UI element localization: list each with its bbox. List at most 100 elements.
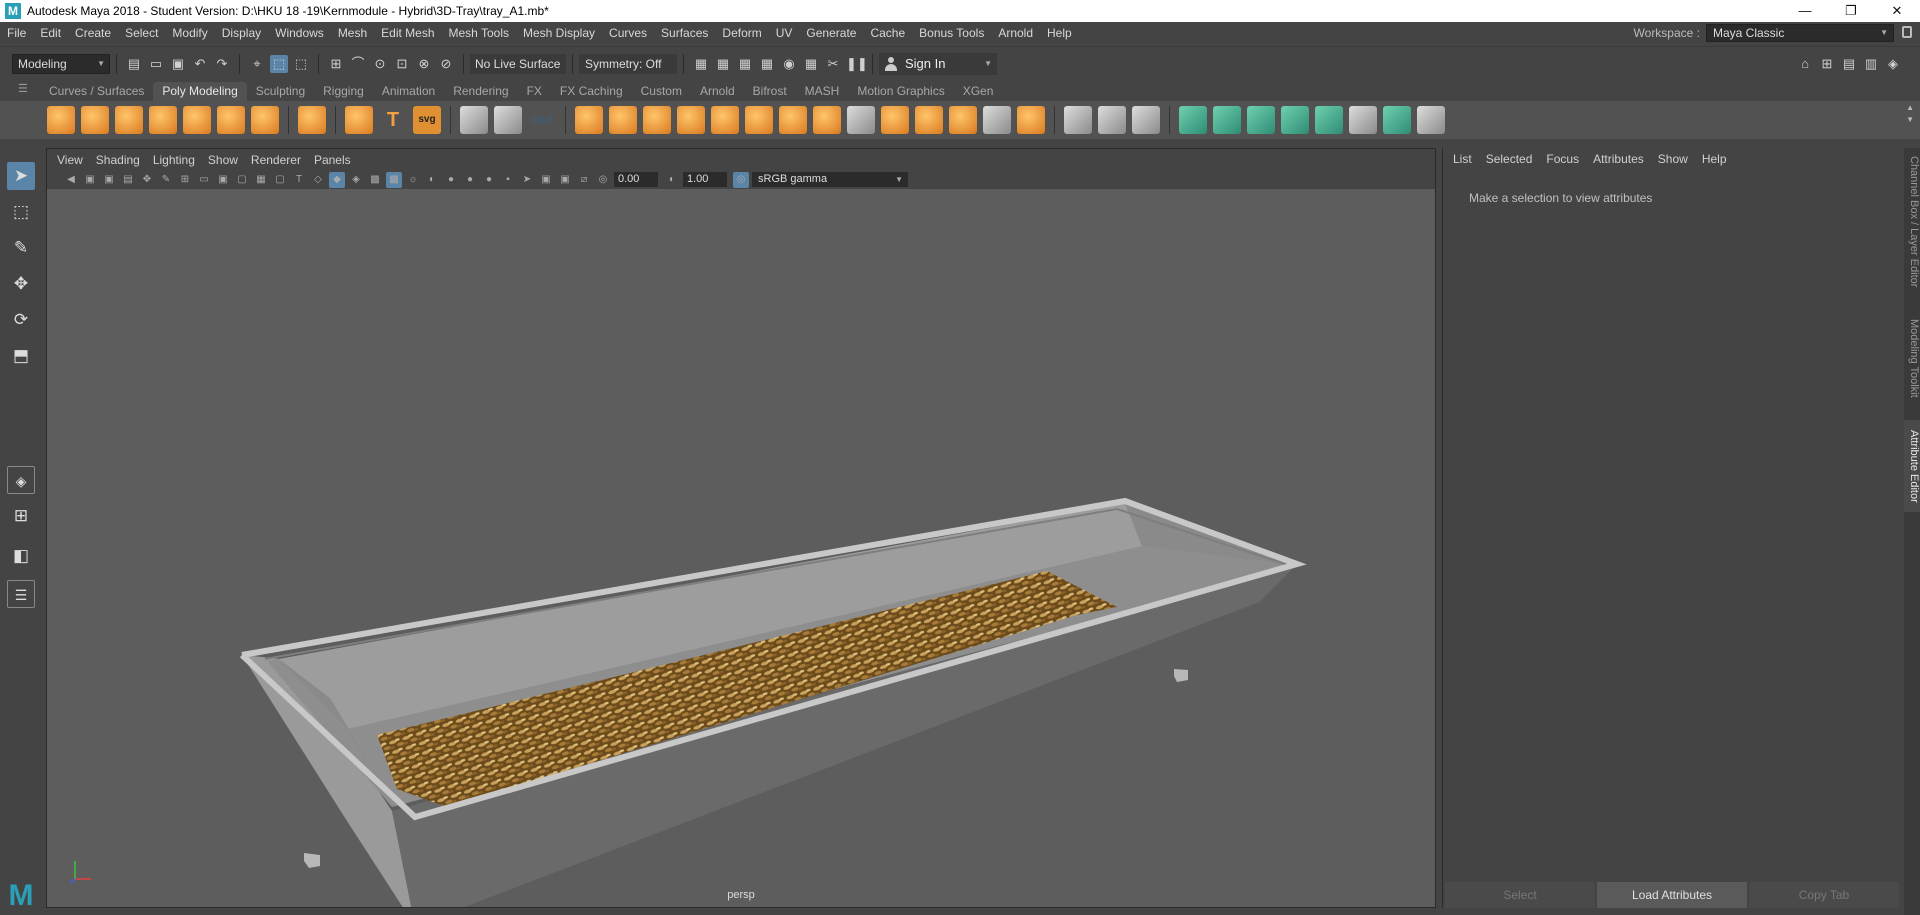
ae-menu-show[interactable]: Show [1658,152,1688,166]
four-view-layout-icon[interactable]: ⊞ [7,502,35,530]
shelf-tab-mash[interactable]: MASH [796,82,849,101]
menu-display[interactable]: Display [215,26,268,40]
rotate-tool-icon[interactable]: ⟳ [7,306,35,334]
connect-icon[interactable] [1383,106,1411,134]
pause-icon[interactable]: ❚❚ [846,55,868,73]
freeze-transform-icon[interactable] [494,106,522,134]
separate-icon[interactable] [609,106,637,134]
exposure-field[interactable]: 0.00 [614,172,658,187]
ae-menu-selected[interactable]: Selected [1486,152,1533,166]
fill-hole-icon[interactable] [813,106,841,134]
view-transform-dropdown[interactable]: sRGB gamma [752,172,908,187]
combine-icon[interactable] [575,106,603,134]
poly-disc-icon[interactable] [251,106,279,134]
gamma-icon[interactable]: ◐ [664,172,680,188]
gate-mask-icon[interactable]: ▢ [234,172,250,188]
arnold-ipr-icon[interactable]: ✂ [824,55,842,73]
outliner-icon[interactable]: ☰ [7,580,35,608]
poly-cylinder-icon[interactable] [115,106,143,134]
menu-create[interactable]: Create [68,26,118,40]
viewport-canvas[interactable]: persp [47,189,1435,907]
restore-button[interactable]: ❐ [1828,0,1874,22]
snap-point-icon[interactable]: ⊙ [371,55,389,73]
x-ray-icon[interactable]: ➤ [519,172,535,188]
shelf-tab-poly-modeling[interactable]: Poly Modeling [153,82,247,101]
shelf-tab-custom[interactable]: Custom [632,82,691,101]
menu-curves[interactable]: Curves [602,26,654,40]
menu-deform[interactable]: Deform [715,26,768,40]
redo-icon[interactable]: ↷ [213,55,231,73]
retopo-icon[interactable] [915,106,943,134]
bridge-icon[interactable] [779,106,807,134]
new-scene-icon[interactable]: ▤ [125,55,143,73]
paint-select-tool-icon[interactable]: ✎ [7,234,35,262]
menu-generate[interactable]: Generate [799,26,863,40]
poly-sphere-icon[interactable] [47,106,75,134]
use-all-lights-icon[interactable]: ▩ [386,171,402,188]
gamma-field[interactable]: 1.00 [683,172,727,187]
resolution-gate-icon[interactable]: ▣ [215,172,231,188]
menu-set-dropdown[interactable]: Modeling [12,53,110,74]
menu-mesh-tools[interactable]: Mesh Tools [442,26,516,40]
viewport-menu-shading[interactable]: Shading [96,153,140,167]
camera-attributes-icon[interactable]: ▣ [82,172,98,188]
x-ray-joints-icon[interactable]: ▣ [538,172,554,188]
field-chart-icon[interactable]: ▦ [253,172,269,188]
wireframe-icon[interactable]: ◇ [310,172,326,188]
backface-culling-icon[interactable]: ⧄ [576,172,592,188]
persp-outliner-layout-icon[interactable]: ◧ [7,542,35,570]
shadows-icon[interactable]: ☼ [405,172,421,188]
move-tool-icon[interactable]: ✥ [7,270,35,298]
bookmarks-icon[interactable]: ▣ [101,172,117,188]
depth-of-field-icon[interactable]: ● [481,172,497,188]
lock-icon[interactable] [1902,26,1912,38]
side-tab-modeling-toolkit[interactable]: Modeling Toolkit [1904,308,1920,408]
poly-cube-icon[interactable] [81,106,109,134]
shelf-tab-xgen[interactable]: XGen [954,82,1003,101]
menu-help[interactable]: Help [1040,26,1079,40]
exposure-icon[interactable]: ◎ [595,172,611,188]
svg-tool-icon[interactable]: svg [413,106,441,134]
shelf-menu-icon[interactable] [0,81,40,101]
lasso-tool-icon[interactable]: ⬚ [7,198,35,226]
snap-view-plane-icon[interactable]: ⊡ [393,55,411,73]
mirror-icon[interactable] [745,106,773,134]
attribute-editor-toggle-icon[interactable]: ⊞ [1818,55,1836,73]
shelf-tab-motion-graphics[interactable]: Motion Graphics [848,82,953,101]
reduce-icon[interactable] [847,106,875,134]
open-scene-icon[interactable]: ▭ [147,55,165,73]
render-frame-icon[interactable]: ▦ [714,55,732,73]
viewport-menu-view[interactable]: View [57,153,83,167]
shelf-tab-bifrost[interactable]: Bifrost [744,82,796,101]
isolate-select-icon[interactable]: ▪ [500,172,516,188]
ae-menu-help[interactable]: Help [1702,152,1727,166]
film-gate-icon[interactable]: ▭ [196,172,212,188]
poly-cone-icon[interactable] [149,106,177,134]
knife-icon[interactable] [1417,106,1445,134]
motion-blur-icon[interactable]: ● [443,172,459,188]
poke-icon[interactable] [1281,106,1309,134]
menu-cache[interactable]: Cache [863,26,912,40]
hypershade-icon[interactable]: ◉ [780,55,798,73]
snap-curve-icon[interactable]: ⌒ [349,55,367,73]
remesh-icon[interactable] [881,106,909,134]
shelf-tab-fx-caching[interactable]: FX Caching [551,82,632,101]
viewport-menu-panels[interactable]: Panels [314,153,351,167]
menu-bonus-tools[interactable]: Bonus Tools [912,26,991,40]
select-component-icon[interactable]: ⬚ [292,55,310,73]
snap-live-icon[interactable]: ⊗ [415,55,433,73]
grease-pencil-icon[interactable]: ✎ [158,172,174,188]
shelf-tab-rigging[interactable]: Rigging [314,82,373,101]
select-object-icon[interactable]: ⬚ [270,54,288,73]
poly-torus-icon[interactable] [183,106,211,134]
menu-edit[interactable]: Edit [33,26,68,40]
save-scene-icon[interactable]: ▣ [169,55,187,73]
reset-transform-icon[interactable]: 0,0,0 [528,106,556,134]
shelf-tab-curves-surfaces[interactable]: Curves / Surfaces [40,82,153,101]
select-tool-icon[interactable]: ➤ [7,162,35,190]
screen-space-ao-icon[interactable]: ◐ [424,172,440,188]
2d-pan-zoom-icon[interactable]: ✥ [139,172,155,188]
close-button[interactable]: ✕ [1874,0,1920,22]
unfold-icon[interactable] [949,106,977,134]
type-tool-icon[interactable]: T [379,106,407,134]
